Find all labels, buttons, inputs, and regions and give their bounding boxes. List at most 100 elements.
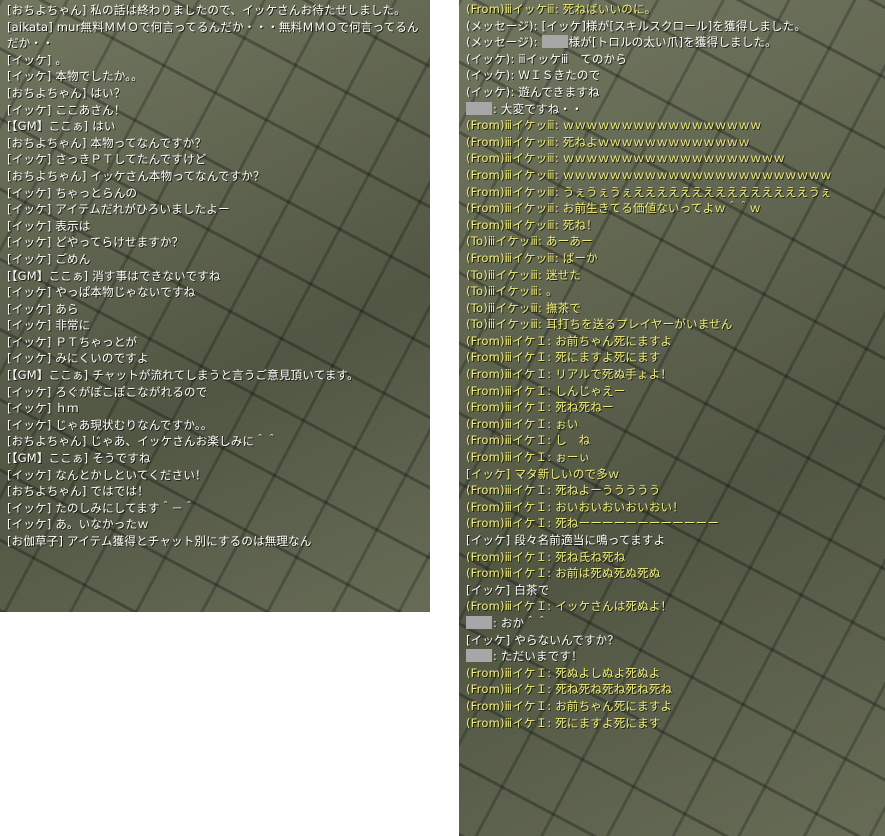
chat-line: [イッケ] 非常に <box>7 317 427 334</box>
chat-line-text: [イッケ] ごめん <box>7 251 91 266</box>
chat-line-text: [イッケ] あら <box>7 301 79 316</box>
chat-line-text: (From)ⅲイケＩ: イッケさんは死ぬよ！ <box>466 599 673 614</box>
chat-line: [イッケ] マタ新しいので多ｗ <box>466 466 882 483</box>
chat-line-text: [イッケ] ちゃっとらんの <box>7 185 138 200</box>
chat-line: [おちよちゃん] じゃあ、イッケさんお楽しみに＾＾ <box>7 433 427 450</box>
chat-line-text: : おか＾＾ <box>493 615 548 630</box>
chat-line-text: (From)ⅲイケッⅲ: ばーか <box>466 250 598 265</box>
chat-line: [イッケ] あ。いなかったｗ <box>7 516 427 533</box>
chat-line-text: [おちよちゃん] イッケさん本物ってなんですか？ <box>7 168 265 183</box>
chat-line: [お伽草子] アイテム獲得とチャット別にするのは無理なん <box>7 533 427 550</box>
chat-log-right: (From)ⅲイッケⅲ: 死ねばいいのに。 (メッセージ): [イッケ]様が[スキ… <box>459 0 885 836</box>
chat-line-text: (From)ⅲイケッⅲ: ｗｗｗｗｗｗｗｗｗｗｗｗｗｗｗｗｗ <box>466 118 762 133</box>
chat-line: [イッケ] 白茶で <box>466 582 882 599</box>
chat-line-text: (To)ⅲイケッⅲ: 撫茶で <box>466 300 582 315</box>
chat-line-text: [おちよちゃん] ではでは！ <box>7 484 149 499</box>
chat-line: [おちよちゃん] ではでは！ <box>7 483 427 500</box>
chat-line-text: [イッケ] やっぱ本物じゃないですね <box>7 285 196 300</box>
chat-line-text: [イッケ] たのしみにしてます＾－＾ <box>7 500 195 515</box>
chat-line-text: (From)ⅲイケＩ: 死ね死ね死ね死ね死ね <box>466 682 673 697</box>
chat-line: [イッケ] みにくいのですよ <box>7 350 427 367</box>
chat-line: [イッケ] ろぐがぽこぽこながれるので <box>7 384 427 401</box>
chat-line: (From)ⅲイケＩ: 死ねよーううううう <box>466 482 882 499</box>
chat-line: [イッケ] 段々名前適当に鳴ってますよ <box>466 532 882 549</box>
chat-line-text: 様が[トロルの太い爪]を獲得しました。 <box>568 35 777 50</box>
chat-line-text: (イッケ): ＷＩＳきたので <box>466 68 601 83</box>
chat-line-text: (From)ⅲイケＩ: しんじゃえー <box>466 383 626 398</box>
chat-line: [イッケ] あら <box>7 301 427 318</box>
chat-line-text: [イッケ] 段々名前適当に鳴ってますよ <box>466 533 666 547</box>
chat-line: (イッケ): ＷＩＳきたので <box>466 67 882 84</box>
chat-line: [おちよちゃん] イッケさん本物ってなんですか？ <box>7 168 427 185</box>
chat-line: (From)ⅲイケＩ: 死ぬよしぬよ死ぬよ <box>466 665 882 682</box>
chat-line-text: [イッケ] ここあさん！ <box>7 102 126 117</box>
chat-lines-left: [おちよちゃん] 私の話は終わりましたので、イッケさんお待たせしました。 [aik… <box>7 2 427 550</box>
chat-line-text: [【GM】ここぁ] はい <box>7 119 116 134</box>
chat-line: [イッケ] ｈｍ <box>7 400 427 417</box>
chat-line-text: [【GM】ここぁ] 消す事はできないですね <box>7 268 221 283</box>
chat-line: [イッケ] たのしみにしてます＾－＾ <box>7 500 427 517</box>
chat-line: [イッケ] 。 <box>7 52 427 69</box>
chat-line: [aikata] mur無料ＭＭＯで何言ってるんだか・・・無料ＭＭＯで何言ってる… <box>7 19 427 52</box>
chat-line-text: [イッケ] マタ新しいので多ｗ <box>466 466 620 481</box>
chat-line: (From)ⅲイケＩ: し ね <box>466 432 882 449</box>
chat-line: [おちよちゃん] 私の話は終わりましたので、イッケさんお待たせしました。 <box>7 2 427 19</box>
chat-line-text: [イッケ] やらないんですか？ <box>466 632 620 647</box>
chat-line-text: [イッケ] 本物でしたか。。 <box>7 69 143 84</box>
chat-lines-right: (From)ⅲイッケⅲ: 死ねばいいのに。 (メッセージ): [イッケ]様が[スキ… <box>466 1 882 731</box>
chat-line: [イッケ] なんとかしといてください！ <box>7 467 427 484</box>
chat-line-text: (From)ⅲイケＩ: 死ね死ねー <box>466 400 614 415</box>
chat-line-text: (From)ⅲイケＩ: 死ね氏ね死ね <box>466 549 626 564</box>
chat-line-text: [イッケ] あ。いなかったｗ <box>7 517 149 532</box>
chat-line-text: (From)ⅲイケッⅲ: 死ね！ <box>466 217 598 232</box>
redacted-name-box <box>541 35 568 49</box>
chat-line: [イッケ] 表示は <box>7 218 427 235</box>
chat-line: (From)ⅲイケッⅲ: 死ね！ <box>466 217 882 234</box>
chat-line: (To)ⅲイケッⅲ: あーあー <box>466 233 882 250</box>
chat-line-text: (From)ⅲイケＩ: 死ねーーーーーーーーーーーー <box>466 516 720 531</box>
chat-log-left: [おちよちゃん] 私の話は終わりましたので、イッケさんお待たせしました。 [aik… <box>0 0 430 612</box>
chat-line-text: (To)ⅲイケッⅲ: 迷せた <box>466 267 582 282</box>
chat-line: (メッセージ): [イッケ]様が[スキルスクロール]を獲得しました。 <box>466 18 882 35</box>
chat-line: [【GM】ここぁ] そうですね <box>7 450 427 467</box>
chat-line: [イッケ] 本物でしたか。。 <box>7 68 427 85</box>
chat-line: [おちよちゃん] はい？ <box>7 85 427 102</box>
chat-line: (From)ⅲイケッⅲ: ｗｗｗｗｗｗｗｗｗｗｗｗｗｗｗｗｗ <box>466 117 882 134</box>
chat-line-text: [イッケ] 表示は <box>7 218 91 233</box>
chat-line: (From)ⅲイケＩ: 死ね氏ね死ね <box>466 549 882 566</box>
chat-line: [【GM】ここぁ] 消す事はできないですね <box>7 268 427 285</box>
chat-line-text: (メッセージ): [イッケ]様が[スキルスクロール]を獲得しました。 <box>466 18 807 33</box>
chat-line-text: (From)ⅲイケＩ: お前ちゃん死にますよ <box>466 698 673 713</box>
chat-line: (From)ⅲイケッⅲ: 死ねよｗｗｗｗｗｗｗｗｗｗｗｗｗ <box>466 134 882 151</box>
chat-line-text: [イッケ] みにくいのですよ <box>7 351 149 366</box>
chat-line-text: (From)ⅲイケＩ: ぉーぃ <box>466 450 591 465</box>
chat-line: (From)ⅲイケＩ: 死ねーーーーーーーーーーーー <box>466 515 882 532</box>
chat-line-text: (From)ⅲイケＩ: お前は死ぬ死ぬ死ぬ <box>466 566 661 581</box>
chat-line-text: [イッケ] 。 <box>7 52 68 67</box>
chat-line: [イッケ] ごめん <box>7 251 427 268</box>
chat-line: (To)ⅲイケッⅲ: 耳打ちを送るプレイヤーがいません <box>466 316 882 333</box>
chat-line: (From)ⅲイケッⅲ: うぇうぇうぇえええええええええええええええうぇ <box>466 184 882 201</box>
chat-line: (From)ⅲイケッⅲ: ばーか <box>466 250 882 267</box>
chat-line: (From)ⅲイケＩ: ぉい <box>466 416 882 433</box>
chat-line: (From)ⅲイケＩ: ぉーぃ <box>466 449 882 466</box>
chat-line-text: [おちよちゃん] 私の話は終わりましたので、イッケさんお待たせしました。 <box>7 3 406 17</box>
chat-line: [イッケ] どやってらけせますか？ <box>7 234 427 251</box>
redacted-name-box <box>466 649 492 663</box>
chat-line: (From)ⅲイケＩ: 死にますよ死にます <box>466 715 882 732</box>
chat-line-text: (From)ⅲイッケⅲ: 死ねばいいのに。 <box>466 2 657 16</box>
chat-line-text: [おちよちゃん] はい？ <box>7 85 126 100</box>
chat-line: [イッケ] ここあさん！ <box>7 102 427 119</box>
chat-line: (From)ⅲイケＩ: 死ね死ね死ね死ね死ね <box>466 681 882 698</box>
chat-line-text: (To)ⅲイケッⅲ: 耳打ちを送るプレイヤーがいません <box>466 317 733 332</box>
chat-line: [イッケ] やらないんですか？ <box>466 632 882 649</box>
chat-line-text: [イッケ] ｈｍ <box>7 401 79 416</box>
chat-line-text: [イッケ] じゃあ現状むりなんですか。。 <box>7 417 213 432</box>
chat-line-text: : ただいまです！ <box>493 649 583 664</box>
chat-line-text: [おちよちゃん] じゃあ、イッケさんお楽しみに＾＾ <box>7 434 278 449</box>
chat-line: [イッケ] やっぱ本物じゃないですね <box>7 284 427 301</box>
chat-line-text: (From)ⅲイケッⅲ: 死ねよｗｗｗｗｗｗｗｗｗｗｗｗｗ <box>466 134 750 149</box>
chat-line-text: (イッケ): 遊んできますね <box>466 84 600 99</box>
chat-line: (From)ⅲイケＩ: 死にますよ死にます <box>466 349 882 366</box>
chat-line-text: (From)ⅲイケＩ: し ね <box>466 433 591 448</box>
